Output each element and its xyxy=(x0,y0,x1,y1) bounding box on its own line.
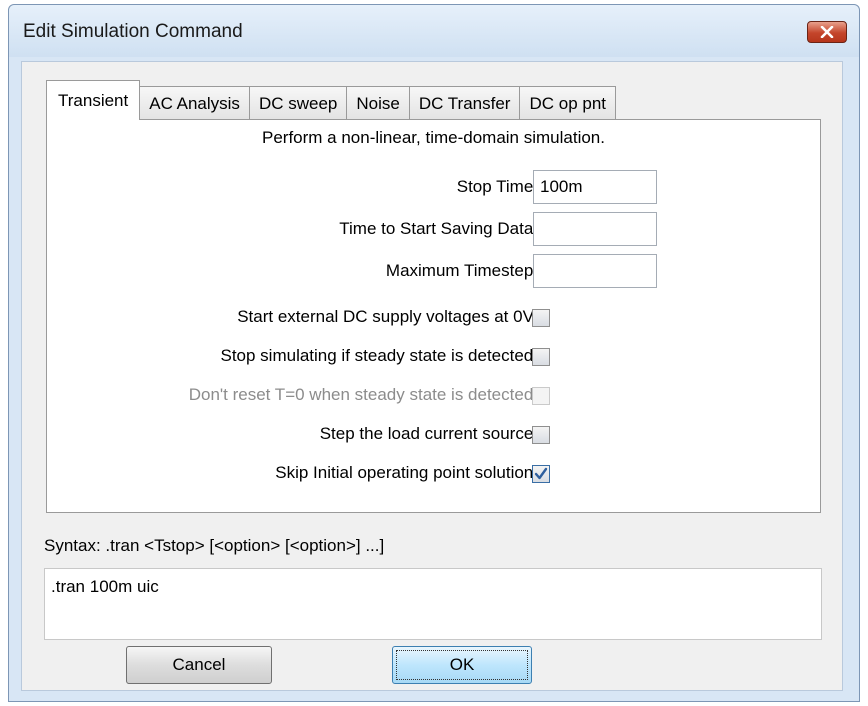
option-stop-steady-state-checkbox[interactable] xyxy=(532,348,550,366)
option-start-dc-zero-label: Start external DC supply voltages at 0V: xyxy=(237,307,538,326)
start-saving-input[interactable] xyxy=(533,212,657,246)
command-text-field[interactable]: .tran 100m uic xyxy=(44,568,822,640)
syntax-hint: Syntax: .tran <Tstop> [<option> [<option… xyxy=(44,536,385,555)
focus-ring xyxy=(396,650,528,680)
transient-panel: Perform a non-linear, time-domain simula… xyxy=(46,119,821,513)
close-button[interactable] xyxy=(807,21,847,43)
option-skip-op-point-checkbox[interactable] xyxy=(532,465,550,483)
max-timestep-label: Maximum Timestep: xyxy=(385,261,538,280)
stop-time-input[interactable] xyxy=(533,170,657,204)
tab-dc-op-pnt[interactable]: DC op pnt xyxy=(519,86,617,120)
option-no-reset-t0-label: Don't reset T=0 when steady state is det… xyxy=(188,385,538,404)
option-step-load-label: Step the load current source: xyxy=(319,424,538,443)
option-start-dc-zero-checkbox[interactable] xyxy=(532,309,550,327)
cancel-button[interactable]: Cancel xyxy=(126,646,272,684)
check-icon xyxy=(534,467,548,480)
tab-transient[interactable]: Transient xyxy=(46,80,141,120)
panel-description: Perform a non-linear, time-domain simula… xyxy=(262,128,605,147)
tab-dc-sweep[interactable]: DC sweep xyxy=(248,86,348,120)
dialog-window: Edit Simulation Command Transient AC Ana… xyxy=(8,4,860,702)
dialog-client: Transient AC Analysis DC sweep Noise DC … xyxy=(21,61,843,691)
tab-noise[interactable]: Noise xyxy=(346,86,410,120)
option-step-load-checkbox[interactable] xyxy=(532,426,550,444)
option-stop-steady-state-label: Stop simulating if steady state is detec… xyxy=(220,346,538,365)
title-bar[interactable]: Edit Simulation Command xyxy=(9,5,859,57)
max-timestep-input[interactable] xyxy=(533,254,657,288)
close-icon xyxy=(820,26,834,38)
tab-ac-analysis[interactable]: AC Analysis xyxy=(139,86,250,120)
start-saving-label: Time to Start Saving Data: xyxy=(339,219,538,238)
stop-time-label: Stop Time: xyxy=(456,177,538,196)
option-skip-op-point-label: Skip Initial operating point solution: xyxy=(275,463,538,482)
option-no-reset-t0-checkbox[interactable] xyxy=(532,387,550,405)
tab-dc-transfer[interactable]: DC Transfer xyxy=(408,86,521,120)
ok-button[interactable]: OK xyxy=(392,646,532,684)
tab-strip: Transient AC Analysis DC sweep Noise DC … xyxy=(46,80,617,120)
window-title: Edit Simulation Command xyxy=(23,21,243,42)
